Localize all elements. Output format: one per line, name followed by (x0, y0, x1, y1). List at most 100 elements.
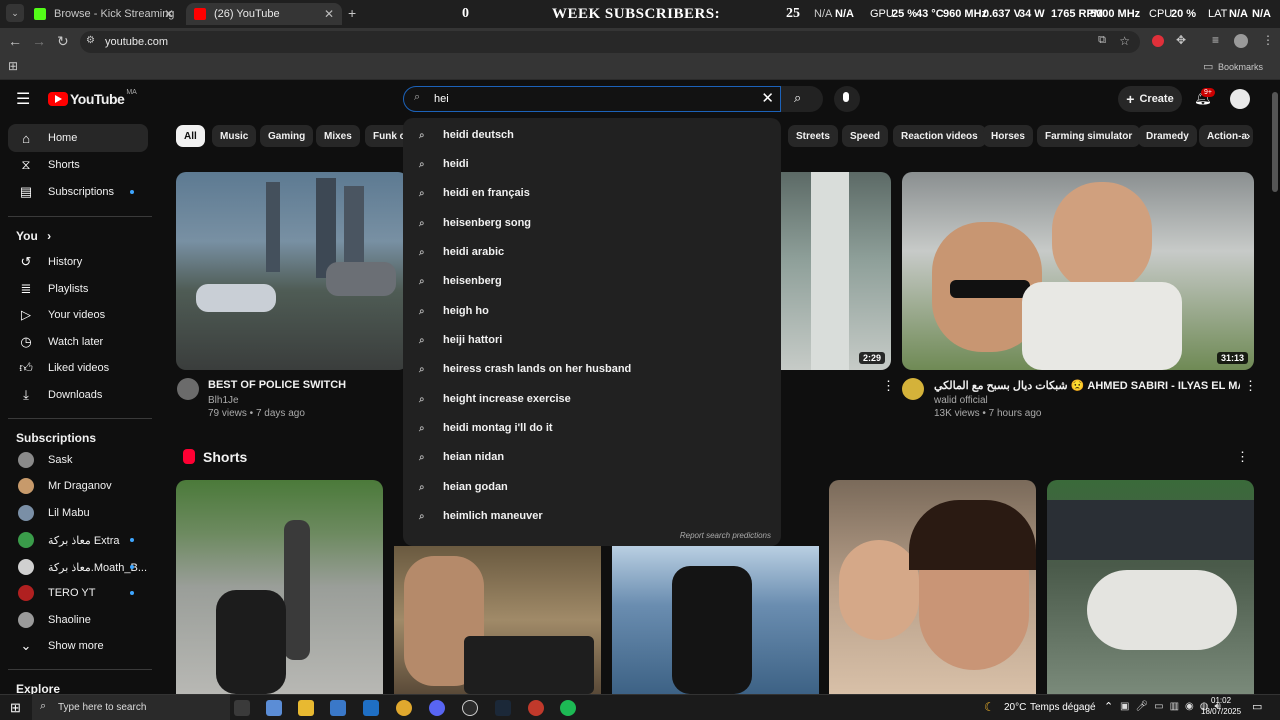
folder-icon[interactable]: ▭ (1203, 60, 1213, 73)
new-tab-button[interactable]: + (348, 5, 356, 21)
chevron-right-icon[interactable]: › (1246, 128, 1250, 143)
chip[interactable]: Action-a (1199, 125, 1253, 147)
video-thumbnail[interactable]: 2:29 (781, 172, 891, 370)
chrome-icon[interactable] (396, 700, 412, 716)
notifications-icon[interactable]: ▭ (1252, 700, 1262, 713)
chip[interactable]: Horses (983, 125, 1033, 147)
file-explorer-icon[interactable] (298, 700, 314, 716)
search-suggestion[interactable]: ⌕ heidi arabic (403, 239, 781, 265)
short-thumbnail[interactable] (1047, 480, 1254, 694)
chip-all[interactable]: All (176, 125, 205, 147)
short-thumbnail[interactable] (394, 546, 601, 694)
site-info-icon[interactable]: ⚙ (86, 35, 95, 46)
task-view-icon[interactable] (234, 700, 250, 716)
video-title[interactable]: BEST OF POLICE SWITCH (208, 379, 346, 391)
subscription-channel[interactable]: معاذ بركة.Moath_B... (8, 553, 148, 581)
subscription-channel[interactable]: Mr Draganov (8, 472, 148, 500)
subscription-channel[interactable]: TERO YT (8, 579, 148, 607)
app-icon[interactable] (528, 700, 544, 716)
profile-avatar[interactable] (1234, 34, 1248, 48)
store-icon[interactable] (330, 700, 346, 716)
close-icon[interactable]: ✕ (324, 7, 334, 21)
windows-start-icon[interactable]: ⊞ (10, 700, 21, 716)
extension-icon[interactable] (1152, 35, 1164, 47)
subscription-channel[interactable]: معاذ بركة Extra (8, 526, 148, 554)
sidebar-item-shorts[interactable]: ⧖ Shorts (8, 151, 148, 179)
reload-icon[interactable]: ↻ (57, 33, 69, 50)
weather-temp[interactable]: 20°C (1004, 702, 1026, 713)
chip[interactable]: Reaction videos (893, 125, 986, 147)
search-suggestion[interactable]: ⌕ heimlich maneuver (403, 503, 781, 529)
more-options-icon[interactable]: ⋮ (1244, 378, 1257, 394)
sidebar-you-header[interactable]: You › (16, 229, 51, 243)
more-options-icon[interactable]: ⋮ (882, 378, 895, 394)
chip[interactable]: Gaming (260, 125, 314, 147)
subscription-channel[interactable]: Shaoline (8, 606, 148, 634)
search-box[interactable]: ⌕ hei ✕ (403, 86, 781, 112)
search-suggestion[interactable]: ⌕ heiji hattori (403, 327, 781, 353)
hamburger-menu-icon[interactable]: ☰ (16, 89, 30, 109)
video-channel[interactable]: Blh1Je (208, 395, 239, 406)
menu-dots-icon[interactable]: ⋮ (1262, 33, 1274, 47)
sidebar-item-your-videos[interactable]: ▷ Your videos (8, 301, 148, 329)
taskbar-search-box[interactable]: ⌕ Type here to search (32, 695, 230, 720)
search-suggestion[interactable]: ⌕ height increase exercise (403, 386, 781, 412)
copilot-icon[interactable] (266, 700, 282, 716)
url-field[interactable]: ⚙ youtube.com ⧉ ☆ (80, 31, 1140, 53)
chip[interactable]: Mixes (316, 125, 360, 147)
youtube-logo[interactable]: YouTube MA (48, 89, 137, 107)
report-predictions-link[interactable]: Report search predictions (680, 531, 771, 540)
short-thumbnail[interactable] (176, 480, 383, 694)
clear-search-icon[interactable]: ✕ (761, 89, 774, 107)
short-thumbnail[interactable] (829, 480, 1036, 694)
search-button[interactable]: ⌕ (781, 86, 823, 112)
tab-list-icon[interactable]: ⌄ (6, 4, 24, 22)
chip[interactable]: Speed (842, 125, 889, 147)
video-title[interactable]: شبكات ديال بسبح مع المالكي 😟 AHMED SABIR… (934, 379, 1240, 392)
sidebar-item-playlists[interactable]: ≣ Playlists (8, 275, 148, 303)
search-input[interactable]: hei (434, 93, 449, 105)
create-button[interactable]: + Create (1118, 86, 1182, 112)
video-channel[interactable]: walid official (934, 395, 988, 406)
voice-search-button[interactable] (834, 86, 860, 112)
install-icon[interactable]: ⧉ (1098, 34, 1106, 47)
extensions-puzzle-icon[interactable]: ✥ (1176, 33, 1186, 47)
chip[interactable]: Music (212, 125, 257, 147)
page-scrollbar[interactable] (1272, 92, 1278, 192)
search-suggestion[interactable]: ⌕ heisenberg (403, 268, 781, 294)
avatar[interactable] (902, 378, 924, 400)
weather-text[interactable]: Temps dégagé (1030, 702, 1096, 713)
search-suggestion[interactable]: ⌕ heisenberg song (403, 210, 781, 236)
media-icon[interactable]: ≡ (1212, 33, 1219, 47)
spotify-icon[interactable] (560, 700, 576, 716)
tab-youtube[interactable]: (26) YouTube ✕ (186, 3, 342, 25)
chip[interactable]: Dramedy (1138, 125, 1197, 147)
video-thumbnail[interactable]: 31:13 (902, 172, 1254, 370)
chip[interactable]: Farming simulator (1037, 125, 1141, 147)
discord-icon[interactable] (429, 700, 445, 716)
search-suggestion[interactable]: ⌕ heidi deutsch (403, 122, 781, 148)
forward-icon[interactable]: → (32, 33, 46, 49)
close-icon[interactable]: ✕ (164, 7, 174, 21)
obs-icon[interactable] (462, 700, 478, 716)
search-suggestion[interactable]: ⌕ heigh ho (403, 298, 781, 324)
show-more-button[interactable]: ⌄ Show more (8, 632, 148, 660)
search-suggestion[interactable]: ⌕ heiress crash lands on her husband (403, 356, 781, 382)
short-thumbnail[interactable] (612, 546, 819, 694)
sidebar-item-home[interactable]: ⌂ Home (8, 124, 148, 152)
clock-date[interactable]: 18/07/2025 (1201, 707, 1241, 716)
subscription-channel[interactable]: Sask (8, 446, 148, 474)
tray-chevron-up-icon[interactable]: ⌃ (1104, 700, 1113, 713)
avatar[interactable] (177, 378, 199, 400)
sidebar-item-downloads[interactable]: ⤓ Downloads (8, 381, 148, 409)
back-icon[interactable]: ← (8, 33, 22, 49)
video-thumbnail[interactable] (176, 172, 408, 370)
chip[interactable]: Streets (788, 125, 838, 147)
sidebar-item-watch-later[interactable]: ◷ Watch later (8, 328, 148, 356)
account-avatar[interactable] (1230, 89, 1250, 109)
bookmarks-label[interactable]: Bookmarks (1218, 62, 1263, 72)
sidebar-item-liked-videos[interactable]: 👍︎ Liked videos (8, 354, 148, 382)
apps-grid-icon[interactable]: ⊞ (8, 59, 18, 73)
subscription-channel[interactable]: Lil Mabu (8, 499, 148, 527)
search-suggestion[interactable]: ⌕ heidi (403, 151, 781, 177)
